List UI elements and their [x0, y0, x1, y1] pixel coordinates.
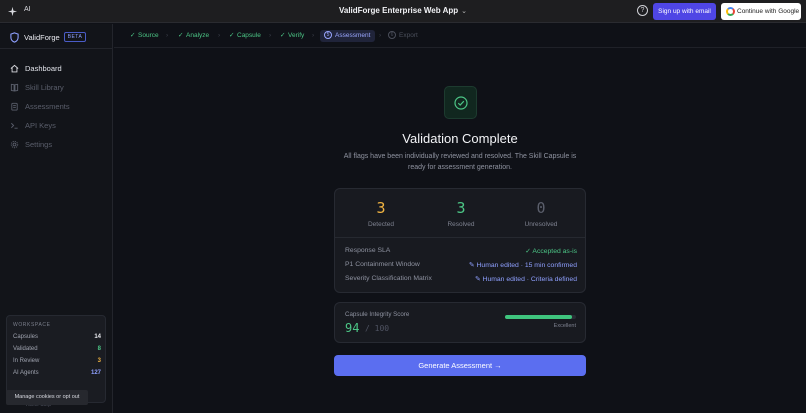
chevron-right-icon: › [312, 32, 315, 39]
sidebar-item-label: Settings [25, 140, 53, 149]
sign-up-email-button[interactable]: Sign up with email [653, 3, 716, 20]
card-divider [335, 237, 585, 238]
workspace-row-label: In Review [13, 358, 40, 364]
workspace-row-value: 127 [90, 370, 101, 376]
flag-status: ✓ Accepted as-is [525, 248, 577, 255]
stat-value: 3 [376, 199, 386, 217]
flag-summary-card: 3 Detected 3 Resolved 0 Unresolved Respo… [334, 188, 586, 293]
help-icon[interactable]: ? [637, 5, 648, 16]
top-bar: AI ValidForge Enterprise Web App ⌄ ? Sign… [0, 0, 806, 23]
check-icon: ✓ [229, 32, 235, 39]
shield-icon [10, 32, 19, 43]
stat-resolved: 3 Resolved [431, 199, 491, 228]
clipboard-icon [11, 102, 18, 111]
step-capsule[interactable]: ✓ Capsule [229, 30, 261, 42]
app-title: ValidForge Enterprise Web App [338, 6, 459, 15]
flag-status: ✎ Human edited · Criteria defined [474, 276, 577, 283]
check-icon: ✓ [130, 32, 136, 39]
stat-label: Detected [367, 221, 395, 228]
workspace-row-capsules: Capsules 14 [13, 334, 101, 343]
flag-row: Severity Classification Matrix ✎ Human e… [345, 275, 577, 285]
workspace-title: WORKSPACE [13, 322, 51, 328]
page-title: Validation Complete [402, 131, 518, 146]
flag-row: Response SLA ✓ Accepted as-is [345, 247, 577, 257]
chevron-right-icon: › [218, 32, 221, 39]
book-icon [10, 83, 19, 92]
gear-icon [10, 140, 19, 149]
integrity-label: Capsule Integrity Score [345, 311, 410, 318]
step-label: Assessment [335, 32, 371, 39]
stat-label: Unresolved [524, 221, 558, 228]
workspace-row-in-review: In Review 3 [13, 358, 101, 367]
sidebar-item-api-keys[interactable]: API Keys [10, 121, 105, 131]
brand-name: ValidForge [24, 33, 60, 42]
workspace-row-value: 14 [94, 334, 101, 340]
step-number: 5 [324, 31, 332, 39]
integrity-max: / 100 [365, 324, 390, 333]
step-analyze[interactable]: ✓ Analyze [178, 30, 209, 42]
stat-value: 3 [456, 199, 466, 217]
check-icon: ✓ [280, 32, 286, 39]
generate-assessment-button[interactable]: Generate Assessment → [334, 355, 586, 376]
step-label: Verify [288, 32, 305, 39]
stat-unresolved: 0 Unresolved [511, 199, 571, 228]
chevron-right-icon: › [379, 32, 382, 39]
terminal-icon [11, 122, 18, 129]
sidebar-item-label: Dashboard [25, 64, 62, 73]
chevron-down-icon: ⌄ [461, 8, 467, 15]
sidebar-item-label: Assessments [25, 102, 70, 111]
workspace-row-label: Validated [13, 346, 38, 352]
integrity-progress-bar [505, 315, 576, 319]
sidebar-item-skill-library[interactable]: Skill Library [10, 83, 105, 93]
success-badge [444, 86, 477, 119]
stat-value: 0 [536, 199, 546, 217]
step-source[interactable]: ✓ Source [130, 30, 159, 42]
sidebar-item-label: Skill Library [25, 83, 64, 92]
google-button-label: Continue with Google [737, 8, 800, 15]
workspace-row-ai-agents: AI Agents 127 [13, 370, 101, 379]
step-label: Export [399, 32, 418, 39]
integrity-rating: Excellent [553, 323, 576, 329]
flag-label: Response SLA [345, 247, 391, 254]
stat-detected: 3 Detected [351, 199, 411, 228]
beta-badge: BETA [64, 32, 86, 42]
workspace-row-value: 8 [97, 346, 101, 352]
workspace-row-validated: Validated 8 [13, 346, 101, 355]
step-label: Capsule [237, 32, 261, 39]
workspace-row-value: 3 [97, 358, 101, 364]
workspace-row-label: Capsules [13, 334, 39, 340]
integrity-score: 94 [345, 321, 360, 335]
google-icon [726, 7, 735, 16]
step-label: Analyze [186, 32, 210, 39]
step-number: 6 [388, 31, 396, 39]
step-assessment[interactable]: 5 Assessment [320, 30, 376, 42]
google-sign-in-button[interactable]: Continue with Google [721, 3, 801, 20]
flag-label: P1 Containment Window [345, 261, 420, 268]
check-icon: ✓ [178, 32, 184, 39]
chevron-right-icon: › [269, 32, 272, 39]
home-icon [10, 64, 19, 73]
sidebar-divider [0, 48, 113, 49]
page-subtitle: All flags have been individually reviewe… [334, 151, 586, 173]
step-verify[interactable]: ✓ Verify [280, 30, 304, 42]
chevron-right-icon: › [166, 32, 169, 39]
sidebar-item-assessments[interactable]: Assessments [10, 102, 105, 112]
cookie-banner[interactable]: Manage cookies or opt out [6, 390, 88, 405]
step-export: 6 Export [388, 30, 418, 42]
flag-status: ✎ Human edited · 15 min confirmed [468, 262, 577, 269]
step-label: Source [138, 32, 159, 39]
workspace-row-label: AI Agents [13, 370, 39, 376]
sidebar-item-label: API Keys [25, 121, 56, 130]
sidebar: ValidForge BETA Dashboard Skill Library … [0, 24, 113, 413]
flag-label: Severity Classification Matrix [345, 275, 432, 282]
progress-stepper: ✓ Source › ✓ Analyze › ✓ Capsule › ✓ Verify … [114, 24, 806, 48]
sidebar-item-dashboard[interactable]: Dashboard [10, 64, 105, 74]
subtitle-line: All flags have been individually reviewe… [343, 153, 577, 160]
check-circle-icon [454, 96, 468, 110]
sidebar-item-settings[interactable]: Settings [10, 140, 105, 150]
stat-label: Resolved [447, 221, 475, 228]
flag-row: P1 Containment Window ✎ Human edited · 1… [345, 261, 577, 271]
integrity-progress-fill [505, 315, 572, 319]
subtitle-line: ready for assessment generation. [408, 164, 512, 171]
